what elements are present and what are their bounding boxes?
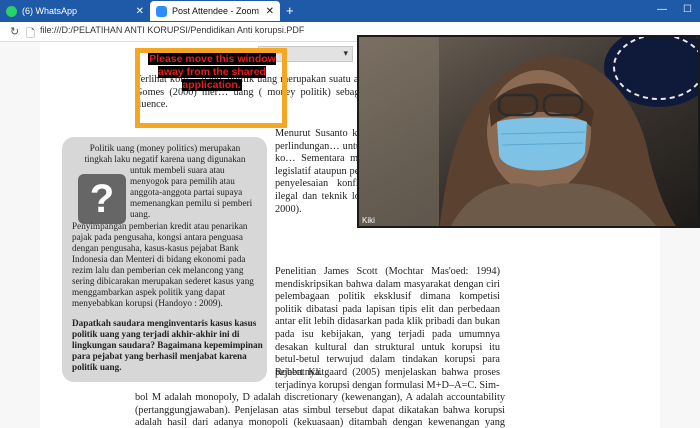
close-icon[interactable]: ✕ — [266, 6, 274, 17]
sidebar-heading: Politik uang (money politics) merupakan … — [84, 143, 246, 164]
new-tab-button[interactable]: + — [286, 3, 294, 18]
tab-whatsapp[interactable]: (6) WhatsApp ✕ — [0, 1, 150, 21]
tab-zoom[interactable]: Post Attendee - Zoom ✕ — [150, 1, 280, 21]
minimize-icon[interactable]: — — [657, 4, 667, 15]
browser-tab-bar: (6) WhatsApp ✕ Post Attendee - Zoom ✕ + … — [0, 0, 700, 22]
question-mark-icon: ? — [78, 174, 126, 224]
sidebar-text-right: untuk membeli suara atau menyogok para p… — [130, 165, 253, 219]
paragraph-scott: Penelitian James Scott (Mochtar Mas'oed:… — [275, 266, 500, 378]
share-warning-text: Please move this window away from the sh… — [142, 53, 282, 92]
share-warning-label: Please move this window away from the sh… — [148, 53, 276, 91]
paragraph-klitgaard: Robert Klitgaard (2005) menjelaskan bahw… — [275, 367, 500, 391]
whatsapp-icon — [6, 5, 17, 17]
participant-video — [359, 37, 698, 226]
paragraph-bottom: bol M adalah monopoly, D adalah discreti… — [135, 392, 505, 428]
maximize-icon[interactable]: ☐ — [683, 4, 692, 15]
sidebar-text-full: Penyimpangan pemberian kredit atau penar… — [72, 221, 254, 308]
reload-icon[interactable]: ↻ — [10, 25, 19, 38]
url-field[interactable]: file:///D:/PELATIHAN ANTI KORUPSI/Pendid… — [40, 25, 304, 35]
window-controls: — ☐ — [657, 4, 692, 15]
participant-name: Kiki — [362, 216, 375, 225]
tab-label: (6) WhatsApp — [22, 6, 78, 16]
zoom-icon — [156, 5, 167, 17]
close-icon[interactable]: ✕ — [136, 6, 144, 17]
tab-label: Post Attendee - Zoom — [172, 6, 260, 16]
chevron-down-icon: ▾ — [343, 48, 348, 58]
zoom-video-window[interactable] — [357, 35, 700, 228]
sidebar-question: Dapatkah saudara menginventaris kasus ka… — [72, 318, 263, 372]
